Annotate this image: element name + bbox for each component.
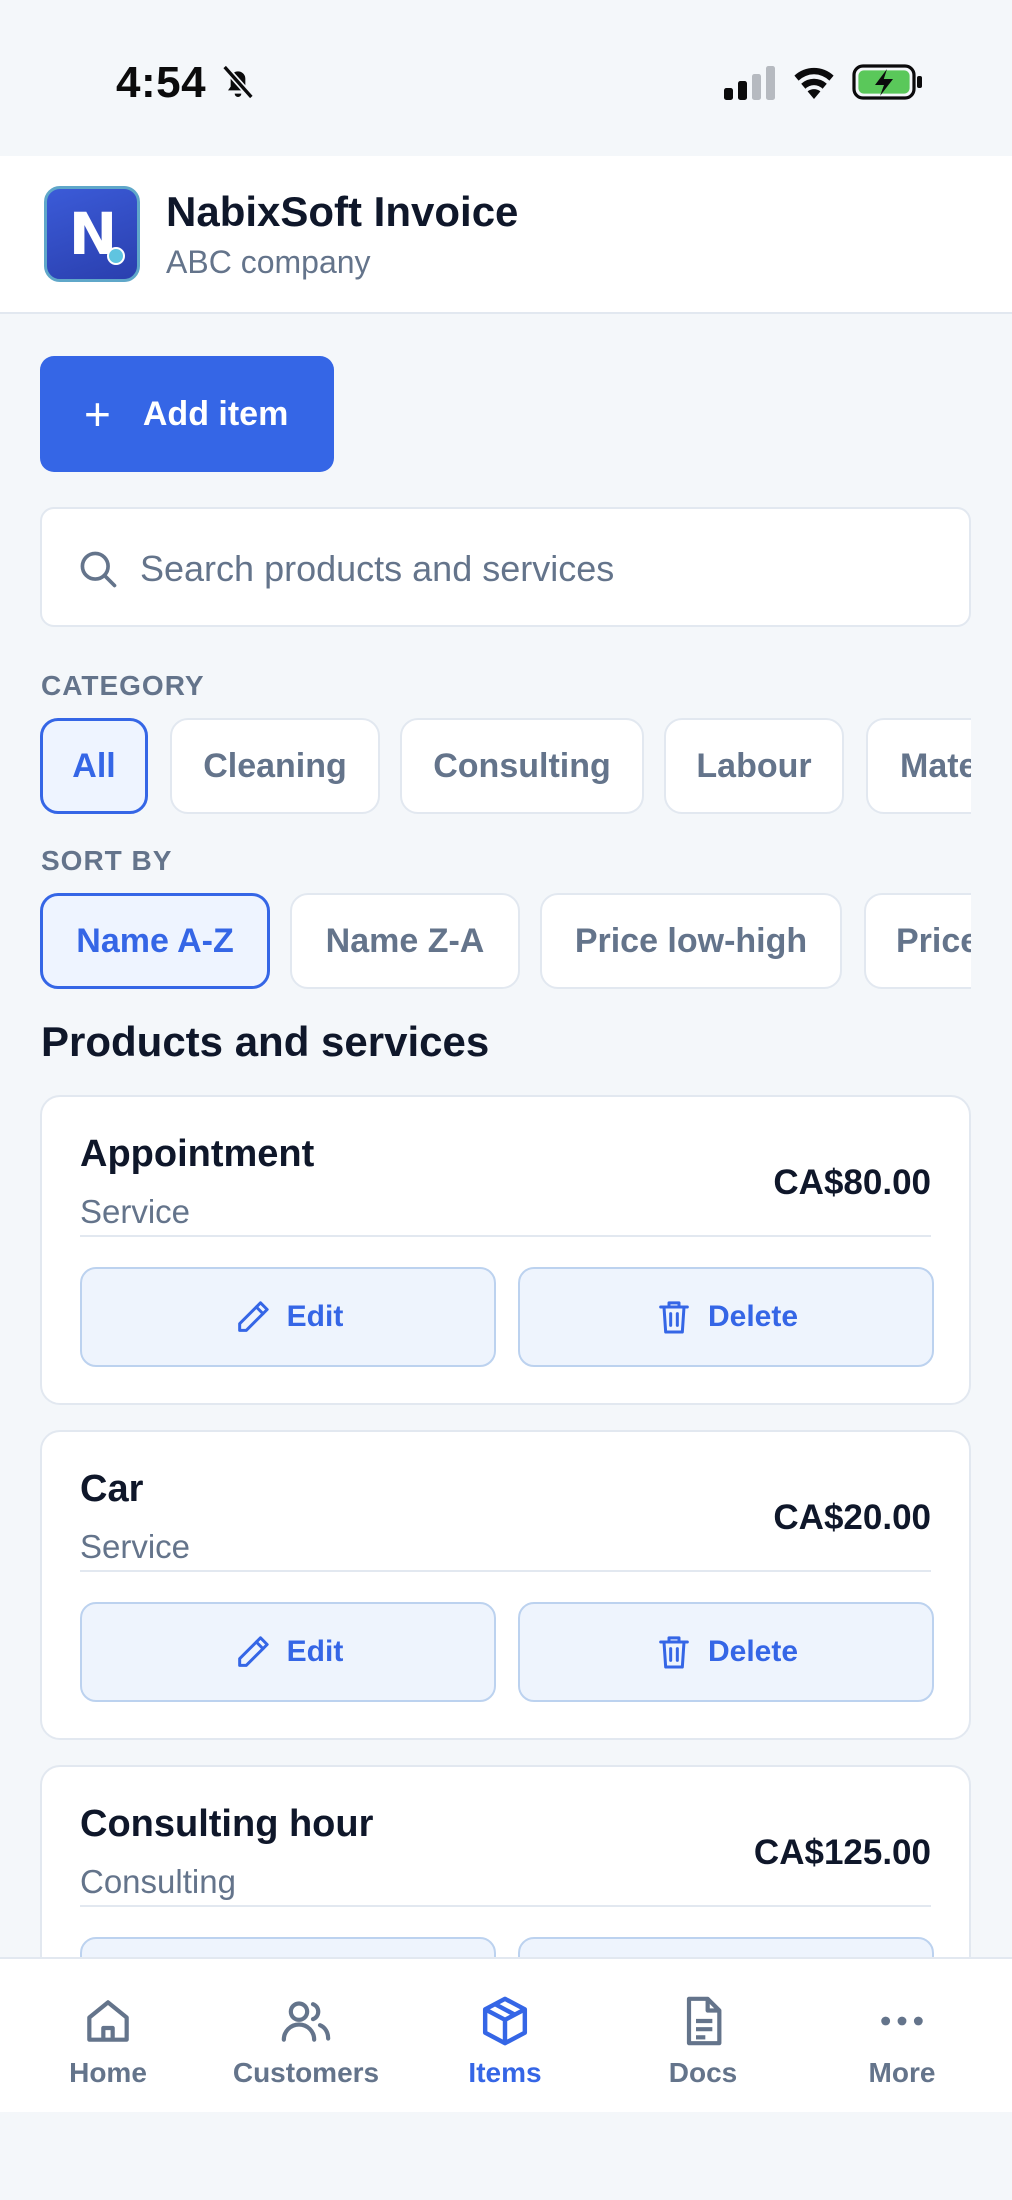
bottom-tab-bar: Home Customers Items Docs More [0,1957,1012,2112]
category-chip-labour[interactable]: Labour [664,718,844,814]
tab-label: Customers [232,2057,380,2088]
category-chip-materials[interactable]: Mate [866,718,971,814]
edit-button[interactable]: Edit [80,1602,496,1702]
sort-chip-name-za[interactable]: Name Z-A [290,893,520,989]
category-chip-consulting[interactable]: Consulting [400,718,644,814]
card-divider [80,1235,931,1237]
company-name: ABC company [166,244,371,280]
status-time: 4:54 [116,58,207,107]
item-price: CA$125.00 [753,1833,931,1872]
item-price: CA$20.00 [773,1498,931,1537]
bell-off-icon [222,64,254,100]
item-category: Service [80,1193,191,1230]
tab-label: More [868,2057,936,2088]
trash-icon [659,1301,689,1334]
item-category: Service [80,1528,191,1565]
search-input[interactable] [140,539,940,599]
tab-label: Items [468,2057,542,2088]
item-card: Car Service CA$20.00 Edit Delete [40,1430,971,1740]
category-filter-row: All Cleaning Consulting Labour Mate [40,718,971,814]
tab-label: Docs [668,2057,738,2088]
category-chip-all[interactable]: All [40,718,148,814]
category-label: CATEGORY [41,670,205,701]
card-divider [80,1570,931,1572]
category-chip-cleaning[interactable]: Cleaning [170,718,380,814]
edit-label: Edit [286,1635,344,1668]
sort-chip-name-az[interactable]: Name A-Z [40,893,270,989]
box-icon [482,1996,528,2046]
battery-charging-icon [852,64,922,100]
pencil-icon [237,1636,269,1667]
tab-customers[interactable]: Customers [208,1959,404,2114]
sort-label: SORT BY [41,845,173,876]
add-item-button[interactable]: + Add item [40,356,334,472]
sort-chip-price-low-high[interactable]: Price low-high [540,893,842,989]
sort-chip-price-high-low[interactable]: Price [864,893,971,989]
search-box[interactable] [40,507,971,627]
search-icon [80,551,117,588]
plus-icon: + [84,388,111,440]
document-icon [686,1996,722,2046]
delete-button[interactable]: Delete [518,1267,934,1367]
list-heading: Products and services [41,1018,490,1065]
verified-check-icon [107,247,125,265]
edit-button[interactable]: Edit [80,1267,496,1367]
add-item-label: Add item [142,394,289,433]
tab-more[interactable]: More [804,1959,1000,2114]
card-divider [80,1905,931,1907]
tab-docs[interactable]: Docs [605,1959,801,2114]
wifi-icon [794,67,834,99]
home-indicator-area [0,2112,1012,2200]
item-name: Car [80,1468,144,1510]
item-name: Appointment [80,1133,315,1175]
trash-icon [659,1636,689,1669]
tab-home[interactable]: Home [10,1959,206,2114]
app-header: N NabixSoft Invoice ABC company [0,156,1012,314]
delete-label: Delete [707,1635,799,1668]
cellular-signal-icon [724,66,775,100]
tab-label: Home [69,2057,147,2088]
tab-items[interactable]: Items [407,1959,603,2114]
pencil-icon [237,1301,269,1332]
app-title: NabixSoft Invoice [166,188,519,235]
status-bar: 4:54 [0,0,1012,156]
home-icon [87,2000,129,2042]
item-category: Consulting [80,1863,236,1900]
sort-option-row: Name A-Z Name Z-A Price low-high Price [40,893,971,989]
delete-label: Delete [707,1300,799,1333]
more-icon [881,2016,923,2026]
item-card: Appointment Service CA$80.00 Edit Delete [40,1095,971,1405]
item-name: Consulting hour [80,1803,374,1845]
edit-label: Edit [286,1300,344,1333]
item-price: CA$80.00 [773,1163,931,1202]
users-icon [281,2001,331,2042]
delete-button[interactable]: Delete [518,1602,934,1702]
app-logo: N [44,186,140,282]
